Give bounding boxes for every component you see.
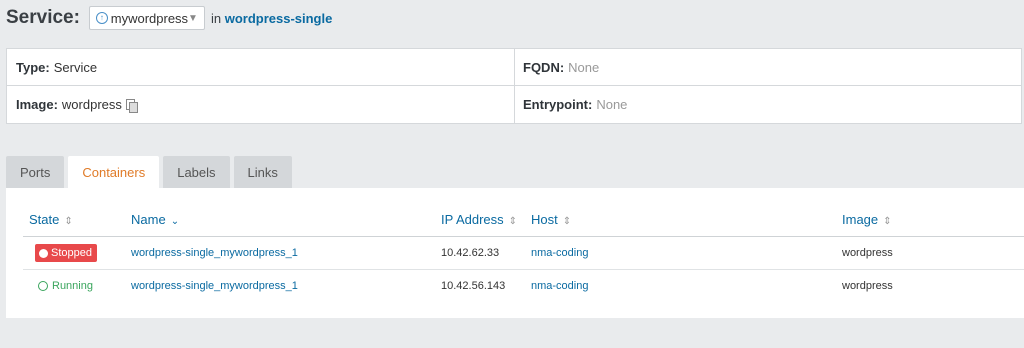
image-value: wordpress [61, 97, 122, 112]
info-row: Image: wordpress Entrypoint: None [7, 86, 1021, 123]
info-entrypoint: Entrypoint: None [514, 86, 1021, 123]
copy-icon[interactable] [125, 98, 138, 113]
type-value: Service [53, 59, 98, 75]
host-link[interactable]: nma-coding [531, 280, 588, 292]
container-name-link[interactable]: wordpress-single_mywordpress_1 [131, 280, 298, 292]
chevron-down-icon: ▼ [188, 12, 198, 24]
service-select[interactable]: ↑ mywordpress ▼ [88, 6, 205, 30]
column-header-name[interactable]: Name ⌄ [131, 212, 179, 227]
service-info-box: Type: Service FQDN: None Image: wordpres… [6, 48, 1022, 124]
page-title: Service: [6, 7, 80, 28]
service-select-value: mywordpress [110, 10, 189, 26]
stopped-icon [39, 248, 48, 258]
sort-icon: ⇕ [883, 216, 892, 227]
info-fqdn: FQDN: None [514, 49, 1021, 85]
tab-labels[interactable]: Labels [163, 156, 230, 188]
tab-containers[interactable]: Containers [68, 156, 160, 189]
info-row: Type: Service FQDN: None [7, 49, 1021, 86]
column-header-label: IP Address [441, 212, 504, 227]
status-badge-stopped: Stopped [35, 244, 97, 262]
column-header-image[interactable]: Image ⇕ [842, 212, 892, 227]
tab-links[interactable]: Links [233, 156, 292, 188]
column-header-state[interactable]: State ⇕ [29, 212, 73, 227]
info-image: Image: wordpress [7, 86, 514, 123]
sort-icon: ⇕ [508, 216, 518, 227]
column-header-label: Image [842, 212, 879, 227]
stack-breadcrumb: in wordpress-single [211, 11, 332, 26]
image-label: Image: [16, 97, 58, 112]
in-label: in [210, 10, 222, 26]
entrypoint-value: None [596, 97, 628, 112]
table-row: Stopped wordpress-single_mywordpress_1 1… [23, 237, 1024, 270]
type-label: Type: [16, 59, 50, 75]
fqdn-value: None [568, 59, 600, 75]
host-link[interactable]: nma-coding [531, 247, 588, 259]
container-ip: 10.42.56.143 [441, 280, 506, 292]
status-running: Running [38, 280, 93, 292]
tab-ports[interactable]: Ports [6, 156, 65, 188]
sort-icon: ⇕ [562, 216, 572, 227]
container-name-link[interactable]: wordpress-single_mywordpress_1 [131, 247, 298, 259]
container-image: wordpress [842, 280, 893, 292]
state-label: Running [52, 280, 93, 292]
container-image: wordpress [842, 247, 893, 259]
service-icon: ↑ [95, 12, 108, 24]
container-ip: 10.42.62.33 [441, 247, 500, 259]
info-type: Type: Service [7, 49, 514, 85]
tab-bar: Ports Containers Labels Links [6, 156, 296, 189]
table-header: State ⇕ Name ⌄ IP Address ⇕ Host ⇕ Image ⇕ [23, 207, 1024, 237]
page-header: Service: ↑ mywordpress ▼ in wordpress-si… [6, 5, 332, 31]
table-row: Running wordpress-single_mywordpress_1 1… [23, 270, 1024, 303]
fqdn-label: FQDN: [523, 59, 565, 75]
column-header-label: Host [531, 212, 558, 227]
sort-down-icon: ⌄ [170, 216, 180, 227]
running-icon [38, 281, 48, 291]
containers-panel: State ⇕ Name ⌄ IP Address ⇕ Host ⇕ Image ⇕ St… [6, 188, 1024, 318]
column-header-label: State [29, 212, 60, 227]
state-label: Stopped [51, 247, 92, 259]
column-header-host[interactable]: Host ⇕ [531, 212, 571, 227]
column-header-ip[interactable]: IP Address ⇕ [441, 212, 517, 227]
column-header-label: Name [131, 212, 166, 227]
stack-link[interactable]: wordpress-single [225, 11, 333, 26]
entrypoint-label: Entrypoint: [523, 97, 593, 112]
sort-icon: ⇕ [64, 216, 73, 227]
